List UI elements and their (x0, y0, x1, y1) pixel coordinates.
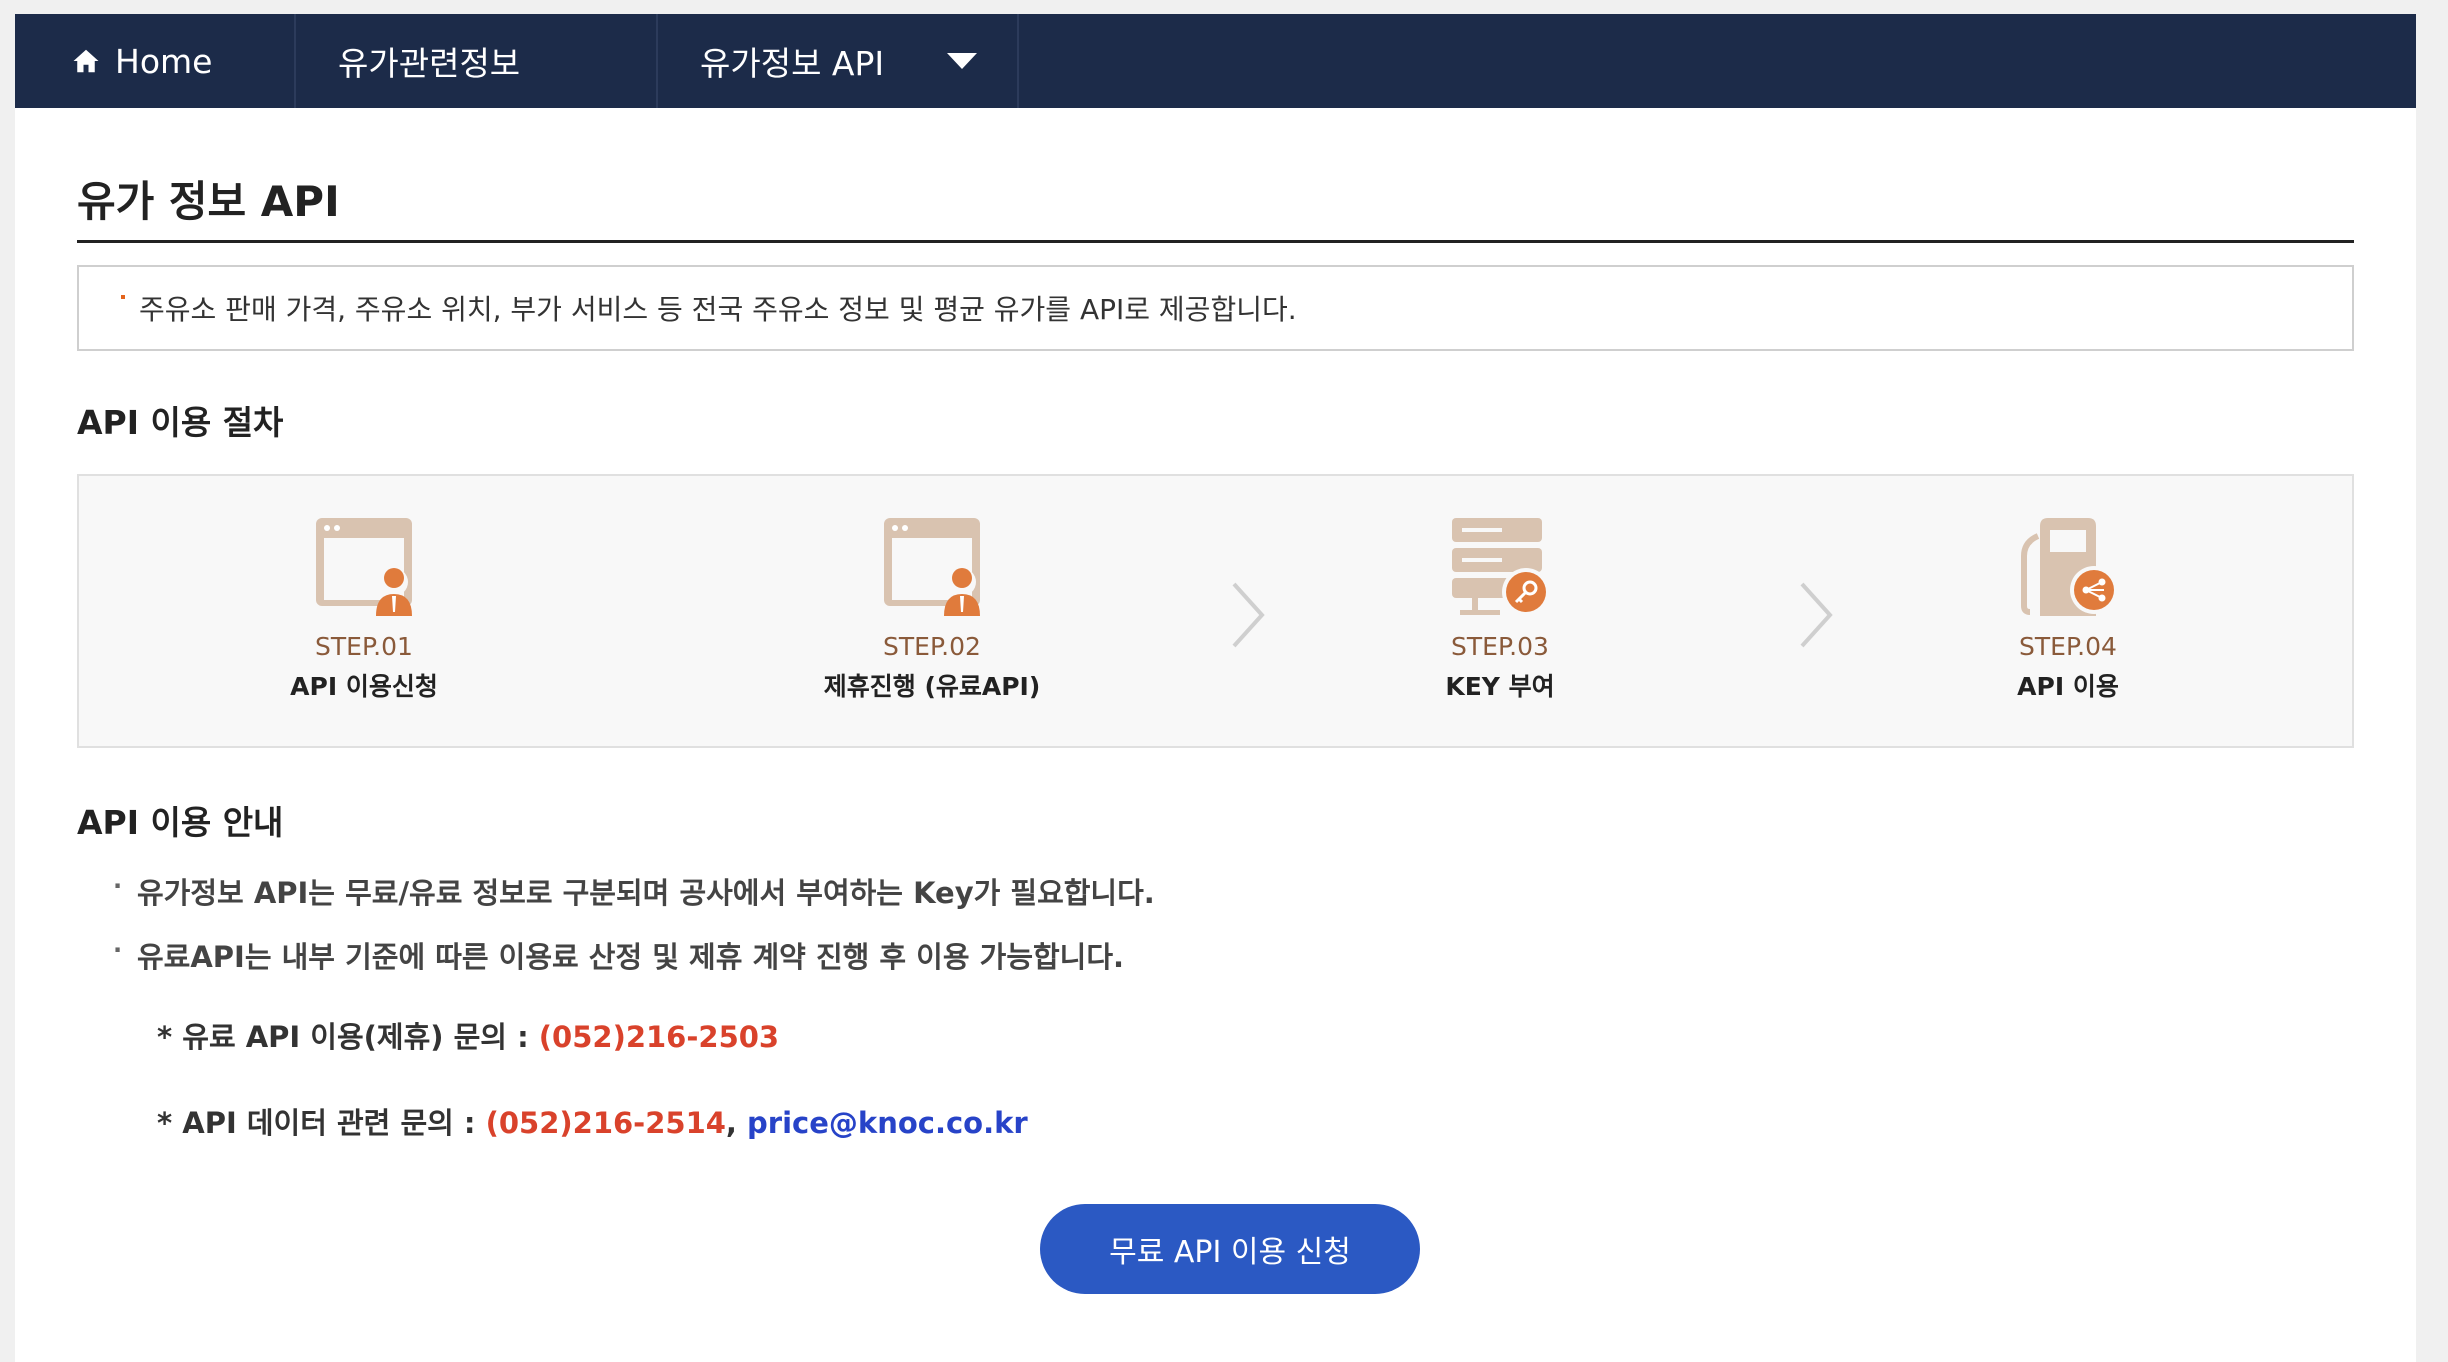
step-number: STEP.04 (2019, 632, 2117, 661)
guide-item: · 유가정보 API는 무료/유료 정보로 구분되며 공사에서 부여하는 Key… (77, 870, 2354, 934)
page-frame: Home 유가관련정보 유가정보 API 유가 정보 API 주유소 판매 가격… (15, 14, 2416, 1362)
paid-contact-label: * 유료 API 이용(제휴) 문의 : (157, 1020, 539, 1054)
step-label: KEY 부여 (1445, 672, 1555, 701)
guide-item-text: 유료API는 내부 기준에 따른 이용료 산정 및 제휴 계약 진행 후 이용 … (137, 940, 1125, 974)
bullet-dot-icon (121, 295, 125, 299)
nav-oil-info[interactable]: 유가관련정보 (296, 14, 658, 108)
guide-list: · 유가정보 API는 무료/유료 정보로 구분되며 공사에서 부여하는 Key… (77, 870, 2354, 998)
data-contact-label: * API 데이터 관련 문의 : (157, 1106, 486, 1140)
home-icon (73, 49, 99, 73)
chevron-right-icon (1232, 582, 1265, 648)
data-contact-phone[interactable]: (052)216-2514 (486, 1106, 726, 1140)
step-4: STEP.04 API 이용 (1868, 516, 2268, 703)
step-label: API 이용신청 (290, 672, 438, 701)
paid-api-contact: * 유료 API 이용(제휴) 문의 : (052)216-2503 (77, 1014, 2354, 1056)
page-title: 유가 정보 API (77, 177, 340, 226)
contact-separator: , (725, 1106, 748, 1140)
free-api-apply-button[interactable]: 무료 API 이용 신청 (1040, 1204, 1420, 1294)
step-label: 제휴진행 (유료API) (823, 672, 1041, 701)
procedure-steps: STEP.01 API 이용신청 STEP.02 제휴진행 (유료API) ST… (77, 474, 2354, 748)
guide-title: API 이용 안내 (77, 803, 284, 842)
step-2: STEP.02 제휴진행 (유료API) (732, 516, 1132, 703)
bullet-dot-icon: · (113, 936, 123, 964)
description-box: 주유소 판매 가격, 주유소 위치, 부가 서비스 등 전국 주유소 정보 및 … (77, 265, 2354, 351)
browser-user-icon (316, 518, 412, 616)
fuel-share-icon (2021, 518, 2118, 616)
browser-user-icon (884, 518, 980, 616)
nav-home[interactable]: Home (15, 14, 296, 108)
nav-oil-api-label: 유가정보 API (700, 44, 885, 83)
step-number: STEP.03 (1451, 632, 1549, 661)
chevron-right-icon (1800, 582, 1833, 648)
main-content: 유가 정보 API 주유소 판매 가격, 주유소 위치, 부가 서비스 등 전국… (77, 108, 2354, 1142)
guide-item-text: 유가정보 API는 무료/유료 정보로 구분되며 공사에서 부여하는 Key가 … (137, 876, 1155, 910)
data-api-contact: * API 데이터 관련 문의 : (052)216-2514, price@k… (77, 1100, 2354, 1142)
data-contact-email[interactable]: price@knoc.co.kr (747, 1106, 1028, 1140)
step-label: API 이용 (2017, 672, 2119, 701)
nav-oil-api-dropdown[interactable]: 유가정보 API (658, 14, 1019, 108)
top-navigation: Home 유가관련정보 유가정보 API (15, 14, 2416, 108)
chevron-down-icon (947, 53, 977, 69)
paid-contact-phone[interactable]: (052)216-2503 (539, 1020, 779, 1054)
step-1: STEP.01 API 이용신청 (164, 516, 564, 703)
nav-home-label: Home (115, 41, 213, 81)
step-number: STEP.01 (315, 632, 413, 661)
bullet-dot-icon: · (113, 872, 123, 900)
title-divider (77, 240, 2354, 243)
description-text: 주유소 판매 가격, 주유소 위치, 부가 서비스 등 전국 주유소 정보 및 … (139, 293, 1297, 326)
step-number: STEP.02 (883, 632, 981, 661)
server-key-icon (1452, 518, 1550, 616)
nav-oil-info-label: 유가관련정보 (338, 44, 521, 83)
step-3: STEP.03 KEY 부여 (1300, 516, 1700, 703)
guide-item: · 유료API는 내부 기준에 따른 이용료 산정 및 제휴 계약 진행 후 이… (77, 934, 2354, 998)
procedure-title: API 이용 절차 (77, 403, 284, 442)
